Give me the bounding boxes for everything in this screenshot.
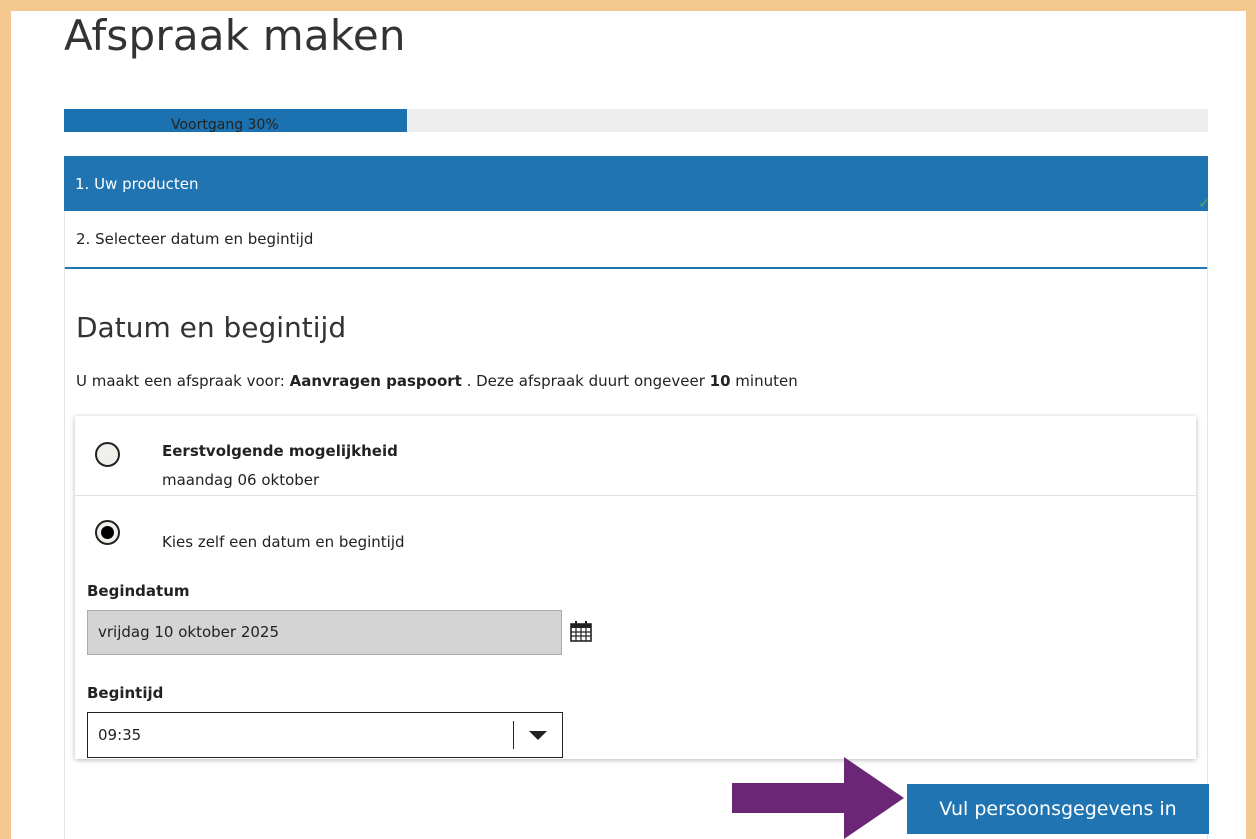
check-icon: ✓ [1198, 196, 1210, 212]
progress-bar: Voortgang 30% [64, 109, 1208, 133]
step-2-date-time[interactable]: 2. Selecteer datum en begintijd [64, 211, 1208, 269]
step-2-label: 2. Selecteer datum en begintijd [76, 230, 314, 248]
radio-custom-date[interactable] [95, 520, 120, 545]
option-custom-label[interactable]: Kies zelf een datum en begintijd [162, 533, 405, 551]
intro-suffix: minuten [730, 372, 798, 390]
option-first-available[interactable]: Eerstvolgende mogelijkheid maandag 06 ok… [75, 416, 1196, 496]
begin-date-input[interactable]: vrijdag 10 oktober 2025 [87, 610, 562, 655]
date-options-card: Eerstvolgende mogelijkheid maandag 06 ok… [75, 416, 1196, 759]
duration-value: 10 [709, 372, 731, 390]
next-personal-details-button[interactable]: Vul persoonsgegevens in [907, 784, 1209, 834]
progress-label: Voortgang 30% [171, 117, 279, 133]
option-first-date: maandag 06 oktober [162, 471, 320, 489]
panel-right-border [1207, 268, 1208, 839]
begin-time-select[interactable]: 09:35 [87, 712, 563, 758]
arrow-right-icon [732, 757, 904, 839]
radio-first-available[interactable] [95, 442, 120, 467]
begin-date-label: Begindatum [87, 582, 190, 600]
step-1-products[interactable]: 1. Uw producten ✓ [64, 156, 1210, 212]
begin-time-value: 09:35 [98, 726, 142, 744]
calendar-icon[interactable] [569, 619, 593, 643]
panel-left-border [64, 268, 65, 839]
chevron-down-icon[interactable] [529, 731, 547, 740]
begin-time-label: Begintijd [87, 684, 164, 702]
step-1-label: 1. Uw producten [75, 174, 199, 193]
section-title: Datum en begintijd [76, 311, 347, 344]
intro-mid: . Deze afspraak duurt ongeveer [461, 372, 710, 390]
option-first-title: Eerstvolgende mogelijkheid [162, 442, 398, 460]
product-name: Aanvragen paspoort [289, 372, 462, 390]
intro-prefix: U maakt een afspraak voor: [76, 372, 290, 390]
appointment-intro: U maakt een afspraak voor: Aanvragen pas… [76, 372, 798, 390]
select-divider [513, 721, 514, 749]
page-title: Afspraak maken [64, 11, 406, 60]
step-list: 1. Uw producten ✓ 2. Selecteer datum en … [64, 156, 1210, 269]
